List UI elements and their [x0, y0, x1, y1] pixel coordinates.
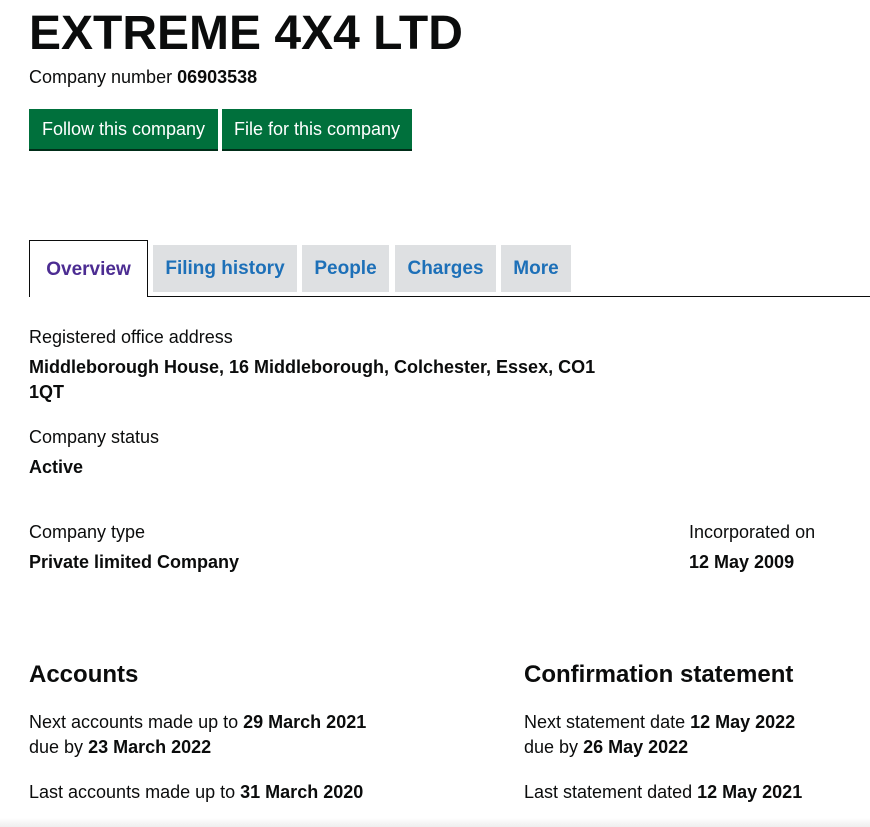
accounts-last: Last accounts made up to 31 March 2020: [29, 780, 363, 805]
confirmation-next-prefix: Next statement date: [524, 712, 686, 732]
company-type-label: Company type: [29, 522, 146, 542]
tab-more[interactable]: More: [501, 245, 571, 292]
company-status-value: Active: [29, 457, 84, 477]
company-number: Company number 06903538: [29, 66, 257, 88]
follow-company-button[interactable]: Follow this company: [29, 109, 218, 149]
confirmation-last-prefix: Last statement dated: [524, 782, 693, 802]
registered-office-address: Middleborough House, 16 Middleborough, C…: [29, 355, 599, 405]
accounts-last-prefix: Last accounts made up to: [29, 782, 236, 802]
confirmation-next: Next statement date 12 May 2022: [524, 710, 795, 735]
confirmation-due-prefix: due by: [524, 737, 579, 757]
tab-filing-history[interactable]: Filing history: [153, 245, 297, 292]
accounts-next-date: 29 March 2021: [243, 712, 367, 732]
page-bottom-edge: [0, 818, 870, 827]
file-for-company-button[interactable]: File for this company: [222, 109, 412, 149]
registered-office-label: Registered office address: [29, 327, 233, 347]
tabs-divider: [29, 296, 870, 297]
confirmation-last-date: 12 May 2021: [697, 782, 803, 802]
accounts-next: Next accounts made up to 29 March 2021: [29, 710, 366, 735]
page-title: EXTREME 4X4 LTD: [29, 7, 463, 60]
incorporated-label: Incorporated on: [689, 522, 816, 542]
accounts-last-date: 31 March 2020: [240, 782, 364, 802]
company-number-value: 06903538: [177, 67, 258, 87]
accounts-due: due by 23 March 2022: [29, 735, 211, 760]
accounts-next-prefix: Next accounts made up to: [29, 712, 239, 732]
confirmation-heading: Confirmation statement: [524, 661, 794, 688]
address-line-2: 1QT: [29, 382, 65, 402]
incorporated-value: 12 May 2009: [689, 552, 795, 572]
tab-charges[interactable]: Charges: [395, 245, 496, 292]
accounts-due-prefix: due by: [29, 737, 84, 757]
accounts-due-date: 23 March 2022: [88, 737, 212, 757]
tab-people[interactable]: People: [302, 245, 389, 292]
confirmation-due-date: 26 May 2022: [583, 737, 689, 757]
confirmation-next-date: 12 May 2022: [690, 712, 796, 732]
tab-overview[interactable]: Overview: [29, 240, 148, 297]
company-status-label: Company status: [29, 427, 160, 447]
address-line-1: Middleborough House, 16 Middleborough, C…: [29, 357, 596, 377]
accounts-heading: Accounts: [29, 661, 139, 688]
company-type-value: Private limited Company: [29, 552, 240, 572]
confirmation-last: Last statement dated 12 May 2021: [524, 780, 802, 805]
company-number-label: Company number: [29, 67, 173, 87]
confirmation-due: due by 26 May 2022: [524, 735, 688, 760]
